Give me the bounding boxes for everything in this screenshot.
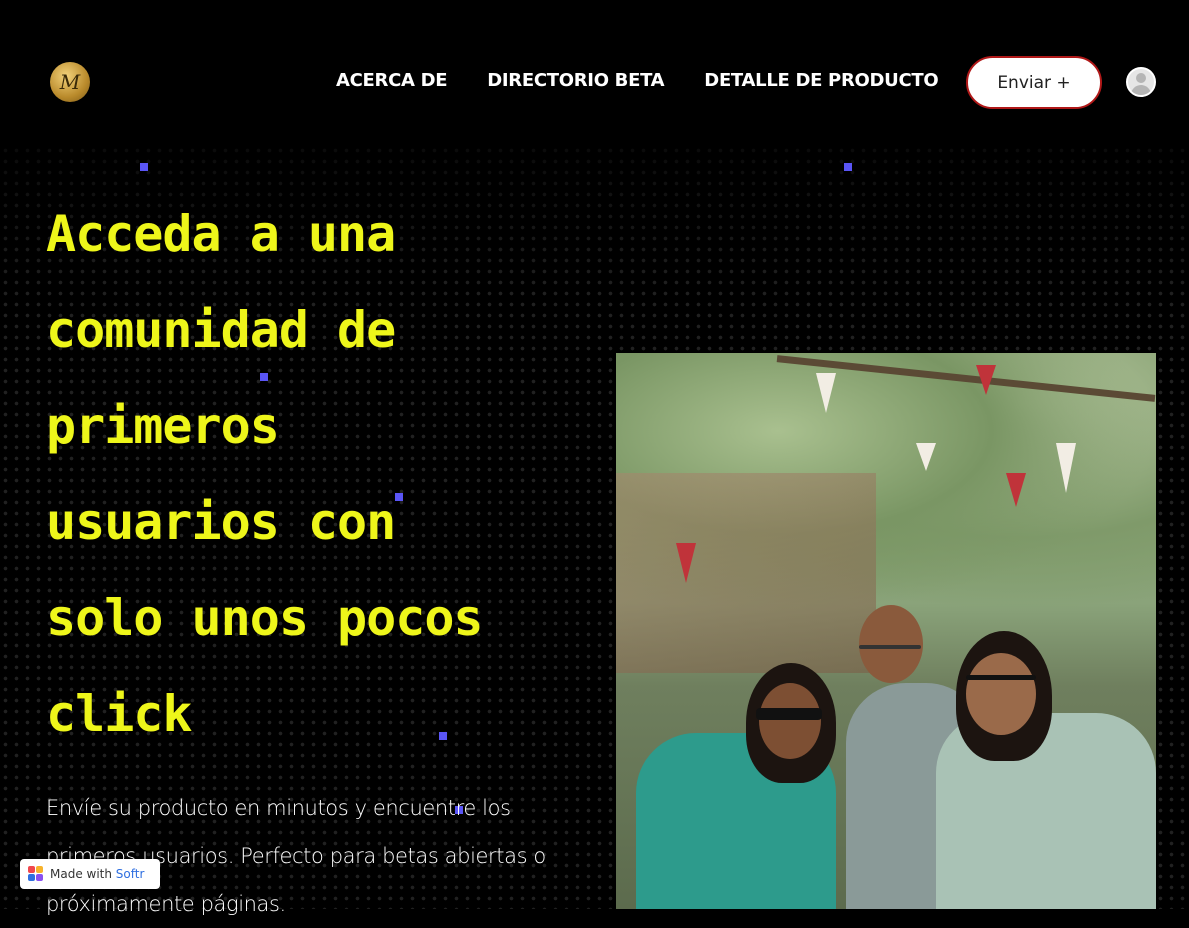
nav-acerca-de[interactable]: ACERCA DE xyxy=(336,70,448,94)
avatar-head xyxy=(1136,73,1146,83)
nav-detalle-de-producto[interactable]: DETALLE DE PRODUCTO xyxy=(704,70,938,94)
submit-button[interactable]: Enviar + xyxy=(966,56,1102,109)
main-nav: ACERCA DE DIRECTORIO BETA DETALLE DE PRO… xyxy=(336,70,978,94)
hero-title-line: solo unos pocos xyxy=(46,589,484,647)
logo-monogram: M xyxy=(59,70,81,94)
photo-woman-left-face xyxy=(759,683,821,759)
hero-title-line: comunidad de xyxy=(46,301,396,359)
hero-photo xyxy=(616,353,1156,909)
made-with-softr-badge[interactable]: Made with Softr xyxy=(20,859,160,889)
hero-title-line: Acceda a una xyxy=(46,205,396,263)
hero-title-line: click xyxy=(46,685,193,743)
photo-bunting xyxy=(816,373,836,413)
photo-woman-right-face xyxy=(966,653,1036,735)
accent-square xyxy=(844,163,852,171)
photo-man-glasses xyxy=(859,645,921,649)
softr-logo-icon xyxy=(28,866,44,882)
badge-brand: Softr xyxy=(115,867,145,881)
user-avatar-icon[interactable] xyxy=(1126,67,1156,97)
hero-title-line: primeros xyxy=(46,397,280,455)
hero-subtitle-line: Envíe su producto en minutos y encuentre… xyxy=(46,796,511,820)
photo-man-face xyxy=(859,605,923,683)
badge-text: Made with Softr xyxy=(50,867,144,881)
brand-logo[interactable]: M xyxy=(50,62,90,102)
badge-prefix: Made with xyxy=(50,867,116,881)
avatar-body xyxy=(1131,85,1151,95)
nav-directorio-beta[interactable]: DIRECTORIO BETA xyxy=(487,70,664,94)
photo-background-house xyxy=(616,473,876,673)
hero-title: Acceda a una comunidad de primeros usuar… xyxy=(46,186,606,762)
hero-title-line: usuarios con xyxy=(46,493,396,551)
photo-sunglasses xyxy=(756,708,822,720)
photo-bunting xyxy=(1056,443,1076,493)
photo-bunting xyxy=(976,365,996,395)
photo-bunting xyxy=(1006,473,1026,507)
accent-square xyxy=(140,163,148,171)
photo-woman-right-glasses xyxy=(966,675,1036,680)
hero-subtitle: Envíe su producto en minutos y encuentre… xyxy=(46,784,606,928)
photo-bunting xyxy=(916,443,936,471)
site-header: M ACERCA DE DIRECTORIO BETA DETALLE DE P… xyxy=(0,0,1189,145)
photo-bunting xyxy=(676,543,696,583)
